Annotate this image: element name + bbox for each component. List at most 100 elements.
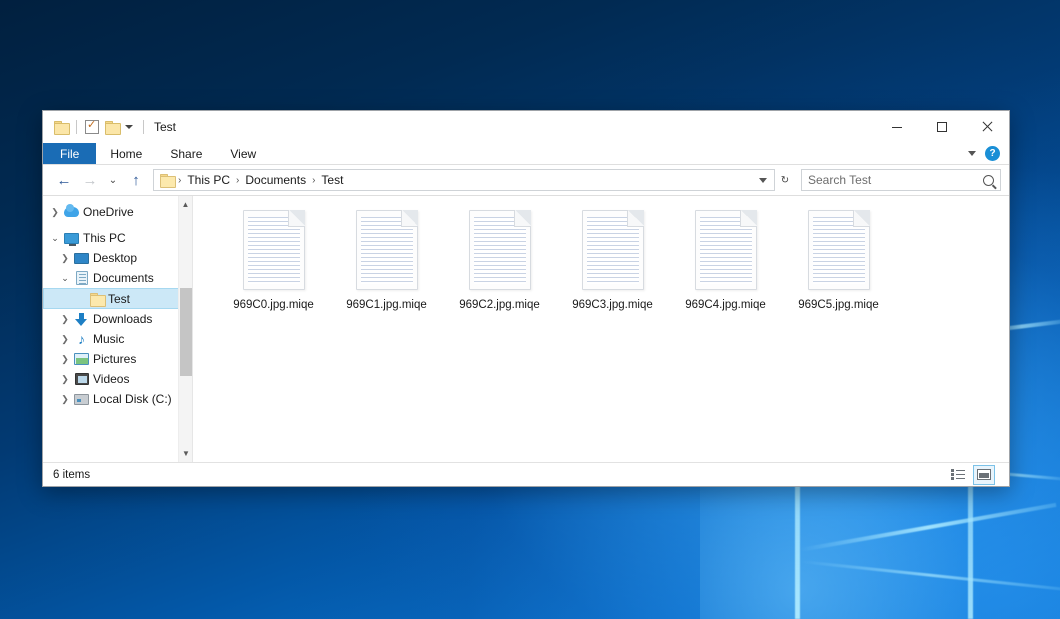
help-icon[interactable]: ?	[985, 146, 1000, 161]
tab-view[interactable]: View	[216, 143, 270, 164]
up-arrow-icon[interactable]: ↑	[123, 168, 149, 192]
sidebar-item-videos[interactable]: ❯ Videos	[43, 369, 192, 389]
breadcrumb-bar[interactable]: › This PC › Documents › Test	[153, 169, 775, 191]
file-name: 969C2.jpg.miqe	[459, 299, 540, 311]
breadcrumb-item-documents[interactable]: Documents	[240, 173, 311, 187]
pictures-icon	[73, 353, 90, 365]
folder-icon	[160, 174, 174, 186]
sidebar-item-local-disk-c[interactable]: ❯ Local Disk (C:)	[43, 389, 192, 409]
scrollbar-thumb[interactable]	[180, 288, 192, 376]
large-icons-view-button[interactable]	[973, 465, 995, 485]
sidebar-item-label: Music	[93, 332, 124, 346]
file-item[interactable]: 969C5.jpg.miqe	[782, 210, 895, 311]
file-explorer-window: Test File Home Share View ? ← → ⌄ ↑	[42, 110, 1010, 487]
folder-icon	[88, 293, 105, 305]
sidebar-item-onedrive[interactable]: ❯ OneDrive	[43, 202, 192, 222]
chevron-down-icon[interactable]	[125, 125, 133, 129]
sidebar-item-label: Local Disk (C:)	[93, 392, 172, 406]
file-name: 969C3.jpg.miqe	[572, 299, 653, 311]
breadcrumb: This PC › Documents › Test	[182, 173, 348, 187]
file-item[interactable]: 969C0.jpg.miqe	[217, 210, 330, 311]
chevron-down-icon[interactable]: ⌄	[47, 233, 63, 244]
sidebar-item-label: This PC	[83, 231, 126, 245]
search-icon[interactable]	[983, 175, 994, 186]
view-mode-buttons	[947, 465, 999, 485]
refresh-icon[interactable]: ↻	[775, 168, 795, 192]
chevron-right-icon[interactable]: ❯	[57, 374, 73, 385]
desktop-icon	[73, 253, 90, 264]
chevron-right-icon[interactable]: ❯	[57, 314, 73, 325]
search-input[interactable]: Search Test	[801, 169, 1001, 191]
quick-access-toolbar	[43, 120, 133, 134]
file-item[interactable]: 969C3.jpg.miqe	[556, 210, 669, 311]
address-bar-actions	[759, 178, 770, 183]
chevron-down-icon[interactable]	[759, 178, 767, 183]
chevron-right-icon[interactable]: ❯	[47, 207, 63, 218]
generic-document-icon	[243, 210, 305, 290]
generic-document-icon	[695, 210, 757, 290]
wallpaper-glow	[700, 470, 1030, 619]
search-placeholder: Search Test	[808, 173, 983, 187]
close-icon[interactable]	[964, 111, 1009, 143]
sidebar-item-label: OneDrive	[83, 205, 134, 219]
recent-locations-icon[interactable]: ⌄	[103, 168, 123, 192]
navigation-pane: ❯ OneDrive ⌄ This PC ❯ Desktop ⌄	[43, 196, 193, 462]
sidebar-item-music[interactable]: ❯ ♪ Music	[43, 329, 192, 349]
sidebar-item-downloads[interactable]: ❯ Downloads	[43, 309, 192, 329]
onedrive-icon	[63, 207, 80, 217]
folder-icon[interactable]	[54, 121, 68, 133]
generic-document-icon	[356, 210, 418, 290]
sidebar-item-label: Desktop	[93, 251, 137, 265]
tab-home[interactable]: Home	[96, 143, 156, 164]
maximize-icon[interactable]	[919, 111, 964, 143]
generic-document-icon	[469, 210, 531, 290]
file-item[interactable]: 969C4.jpg.miqe	[669, 210, 782, 311]
file-item[interactable]: 969C1.jpg.miqe	[330, 210, 443, 311]
breadcrumb-item-test[interactable]: Test	[316, 173, 348, 187]
tab-share[interactable]: Share	[156, 143, 216, 164]
sidebar-item-label: Pictures	[93, 352, 136, 366]
scroll-down-icon[interactable]: ▼	[179, 445, 193, 462]
file-name: 969C1.jpg.miqe	[346, 299, 427, 311]
chevron-right-icon[interactable]: ❯	[57, 394, 73, 405]
chevron-right-icon[interactable]: ❯	[57, 334, 73, 345]
this-pc-icon	[63, 233, 80, 244]
chevron-down-icon[interactable]: ⌄	[57, 273, 73, 284]
navigation-pane-scrollbar[interactable]: ▲ ▼	[178, 196, 192, 462]
back-arrow-icon[interactable]: ←	[51, 168, 77, 192]
sidebar-item-label: Downloads	[93, 312, 152, 326]
file-name: 969C5.jpg.miqe	[798, 299, 879, 311]
sidebar-item-documents[interactable]: ⌄ Documents	[43, 268, 192, 288]
new-folder-icon[interactable]	[105, 121, 119, 133]
generic-document-icon	[808, 210, 870, 290]
sidebar-item-desktop[interactable]: ❯ Desktop	[43, 248, 192, 268]
window-title: Test	[143, 120, 176, 134]
file-item[interactable]: 969C2.jpg.miqe	[443, 210, 556, 311]
file-grid: 969C0.jpg.miqe 969C1.jpg.miqe	[217, 210, 1009, 311]
properties-checkbox-icon[interactable]	[85, 120, 99, 134]
status-bar: 6 items	[43, 462, 1009, 486]
ribbon-right-controls: ?	[968, 143, 1009, 164]
forward-arrow-icon[interactable]: →	[77, 168, 103, 192]
file-list-pane[interactable]: 969C0.jpg.miqe 969C1.jpg.miqe	[193, 196, 1009, 462]
chevron-right-icon[interactable]: ❯	[57, 354, 73, 365]
file-name: 969C4.jpg.miqe	[685, 299, 766, 311]
sidebar-item-label: Test	[108, 292, 130, 306]
generic-document-icon	[582, 210, 644, 290]
videos-icon	[73, 373, 90, 385]
sidebar-item-pictures[interactable]: ❯ Pictures	[43, 349, 192, 369]
breadcrumb-item-this-pc[interactable]: This PC	[182, 173, 235, 187]
sidebar-item-test[interactable]: Test	[43, 288, 192, 309]
downloads-icon	[73, 313, 90, 326]
tab-file[interactable]: File	[43, 143, 96, 164]
sidebar-item-label: Documents	[93, 271, 154, 285]
scroll-up-icon[interactable]: ▲	[179, 196, 192, 213]
minimize-icon[interactable]	[874, 111, 919, 143]
divider	[76, 120, 77, 134]
sidebar-item-this-pc[interactable]: ⌄ This PC	[43, 228, 192, 248]
file-name: 969C0.jpg.miqe	[233, 299, 314, 311]
details-view-button[interactable]	[947, 465, 969, 485]
chevron-down-icon[interactable]	[968, 151, 976, 156]
chevron-right-icon[interactable]: ❯	[57, 253, 73, 264]
window-controls	[874, 111, 1009, 143]
